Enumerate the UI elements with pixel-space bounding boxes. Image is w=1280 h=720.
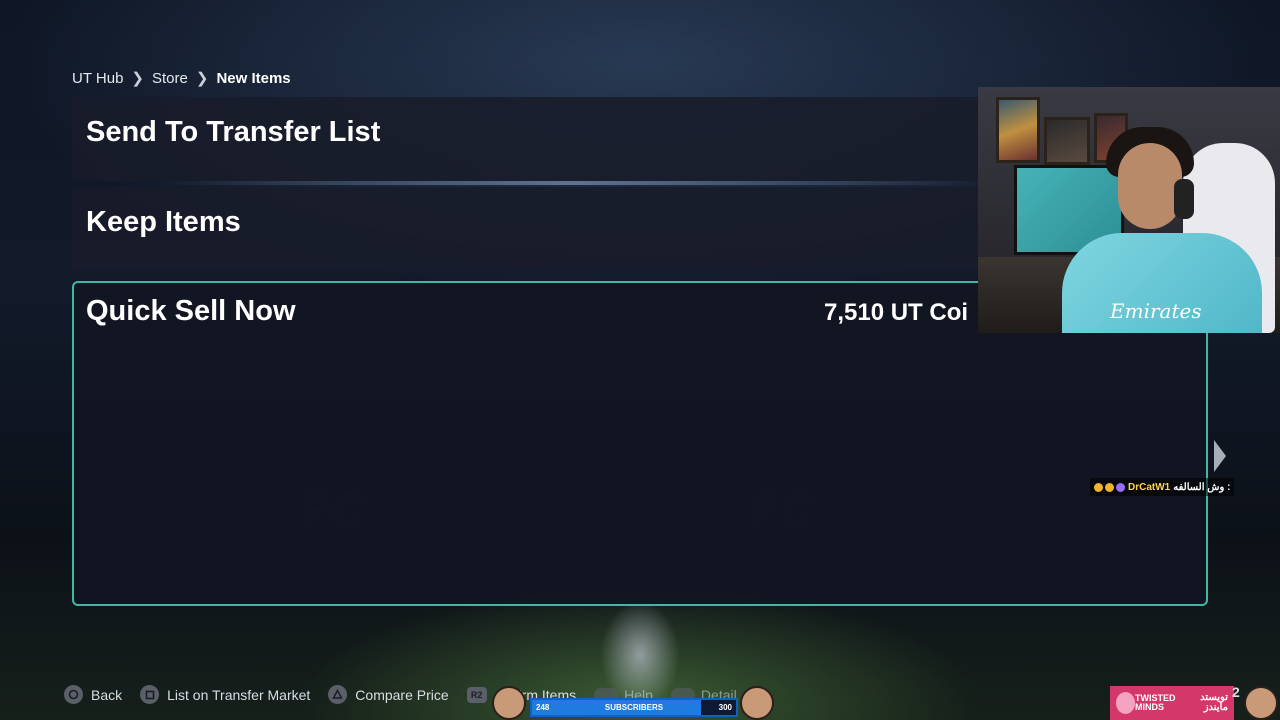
circle-button-icon [64, 685, 83, 704]
subscriber-goal-bar: 248 SUBSCRIBERS 300 [530, 698, 738, 717]
breadcrumb-store[interactable]: Store [152, 70, 188, 87]
emote-sticker [1244, 686, 1278, 720]
breadcrumb-new-items: New Items [216, 69, 291, 87]
triangle-button-icon [328, 685, 348, 704]
sponsor-name-en: TWISTED MINDS [1135, 693, 1176, 712]
headset-icon [1174, 179, 1194, 219]
shirt-text: Emirates [1110, 299, 1202, 323]
r2-button-icon: R2 [466, 686, 487, 703]
chevron-right-icon: ❯ [195, 70, 209, 87]
option-label: Keep Items [86, 206, 241, 238]
wall-painting [1044, 117, 1090, 165]
chat-badges [1094, 482, 1125, 492]
square-button-icon [140, 685, 160, 704]
option-label: Quick Sell Now [86, 295, 296, 327]
sponsor-logo-icon [1116, 692, 1136, 714]
light-streak [160, 181, 980, 185]
breadcrumb-ut-hub[interactable]: UT Hub [72, 70, 123, 87]
emote-sticker [740, 686, 774, 720]
sponsor-name-ar: تويستد مايندز [1200, 692, 1228, 713]
chat-message: DrCatW1 وش السالفه : [1090, 478, 1235, 496]
list-on-transfer-label: List on Transfer Market [167, 686, 311, 703]
option-label: Send To Transfer List [86, 116, 381, 148]
wall-painting [996, 97, 1040, 163]
quick-sell-value: 7,510 UT Coi [824, 299, 969, 326]
subscriber-label: SUBSCRIBERS [604, 703, 664, 712]
list-on-transfer-market-control[interactable]: List on Transfer Market [140, 685, 310, 704]
subscriber-goal: 300 [718, 703, 732, 712]
compare-price-control[interactable]: Compare Price [328, 685, 449, 704]
subscriber-count: 248 [536, 703, 550, 712]
side-counter: 2 [1232, 684, 1240, 700]
badge-icon [1105, 482, 1114, 492]
back-label: Back [91, 686, 123, 703]
badge-icon [1094, 482, 1103, 492]
chevron-right-icon: ❯ [131, 70, 144, 87]
back-control[interactable]: Back [64, 685, 122, 704]
breadcrumb: UT Hub ❯ Store ❯ New Items [72, 69, 291, 88]
chat-text: وش السالفه : [1173, 481, 1231, 493]
compare-price-label: Compare Price [355, 686, 449, 703]
streamer-face [1118, 143, 1182, 229]
emote-sticker [492, 686, 526, 720]
sponsor-banner: TWISTED MINDS تويستد مايندز [1110, 686, 1234, 720]
badge-icon [1116, 482, 1125, 492]
next-arrow-icon[interactable] [1214, 440, 1226, 472]
webcam-overlay: Emirates [978, 87, 1280, 333]
chat-username: DrCatW1 [1128, 481, 1171, 493]
